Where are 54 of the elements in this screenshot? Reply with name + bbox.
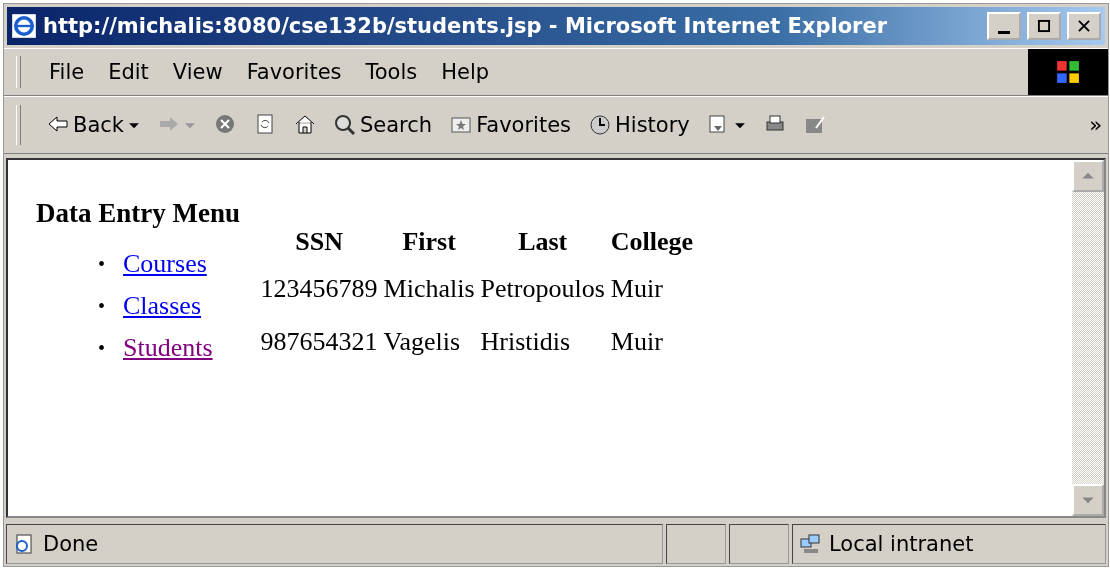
toolbar-overflow-button[interactable]: » xyxy=(1083,113,1108,137)
toolbar-button[interactable]: History xyxy=(583,113,696,137)
star-folder-icon xyxy=(450,114,473,136)
table-cell-text: Hristidis xyxy=(479,325,572,358)
page-heading: Data Entry Menu xyxy=(36,198,241,229)
nav-link[interactable]: Students xyxy=(123,327,213,369)
bullet: • xyxy=(98,252,105,277)
toolbar-button[interactable]: Search xyxy=(328,113,439,137)
table-cell-text: Muir xyxy=(609,272,664,305)
scroll-up-button[interactable] xyxy=(1072,160,1104,192)
refresh-icon xyxy=(254,114,276,136)
toolbar-button[interactable]: Back xyxy=(41,113,146,137)
status-pane xyxy=(729,524,789,564)
toolbar-button[interactable]: Favorites xyxy=(444,113,577,137)
menu-item[interactable]: Edit xyxy=(98,60,159,84)
menu-item[interactable]: Favorites xyxy=(236,60,352,84)
nav-link[interactable]: Courses xyxy=(123,243,207,285)
column-header: First xyxy=(401,226,457,258)
zone-text: Local intranet xyxy=(829,532,974,556)
table-cell-text: Vagelis xyxy=(382,325,462,358)
window-title: http://michalis:8080/cse132b/students.jsp - Microsoft Internet Explorer xyxy=(43,14,889,38)
network-icon xyxy=(799,533,821,555)
bullet: • xyxy=(98,336,105,361)
column-header: SSN xyxy=(294,226,344,258)
table-cell-text: 123456789 xyxy=(259,272,379,305)
scroll-down-button[interactable] xyxy=(1072,484,1104,516)
status-text: Done xyxy=(43,532,99,556)
maximize-button[interactable] xyxy=(1027,12,1061,40)
edit-icon xyxy=(803,114,826,136)
minimize-icon xyxy=(998,30,1010,34)
column-header: Last xyxy=(517,226,569,258)
stop-icon xyxy=(214,114,236,136)
vertical-scrollbar[interactable] xyxy=(1072,160,1104,516)
menu-item[interactable]: Tools xyxy=(355,60,428,84)
table-cell-text: Muir xyxy=(609,325,664,358)
close-button[interactable] xyxy=(1067,12,1101,40)
maximize-icon xyxy=(1037,19,1051,33)
table-cell-text: Petropoulos xyxy=(479,272,606,305)
bullet: • xyxy=(98,294,105,319)
page-icon xyxy=(13,533,35,555)
menu-item[interactable]: View xyxy=(162,60,233,84)
nav-link[interactable]: Classes xyxy=(123,285,201,327)
close-icon xyxy=(1077,19,1091,33)
column-header: College xyxy=(609,226,695,258)
minimize-button[interactable] xyxy=(987,12,1021,40)
table-cell-text: 987654321 xyxy=(259,325,379,358)
status-pane xyxy=(666,524,726,564)
clock-icon xyxy=(589,114,611,136)
home-icon xyxy=(294,114,316,136)
table-cell-text: Michalis xyxy=(382,272,476,305)
search-icon xyxy=(334,114,356,136)
menu-item[interactable]: File xyxy=(39,60,95,84)
browser-logo-icon xyxy=(11,13,37,39)
menu-item[interactable]: Help xyxy=(431,60,500,84)
